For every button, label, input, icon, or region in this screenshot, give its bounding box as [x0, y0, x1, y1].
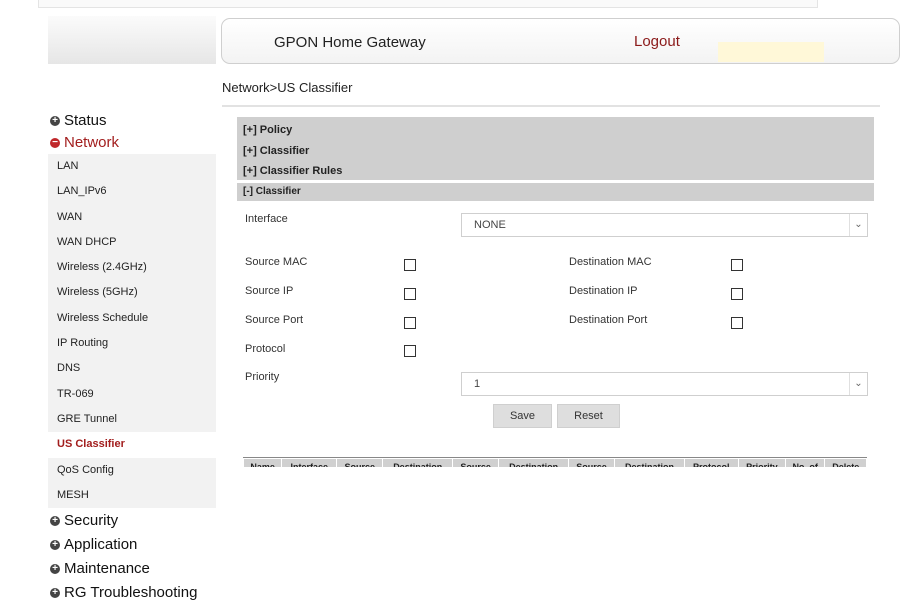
sidebar-item-wan[interactable]: WAN [48, 204, 216, 230]
table-header-priority: Priority [737, 458, 786, 467]
sidebar: + Status − Network LAN LAN_IPv6 WAN WAN … [48, 110, 216, 604]
sidebar-item-mesh[interactable]: MESH [48, 482, 216, 509]
sidebar-item-label: Status [64, 112, 107, 129]
section-classifier-toggle[interactable]: [+] Classifier [243, 141, 874, 162]
table-header-no-of: No. of [784, 458, 826, 467]
network-submenu: LAN LAN_IPv6 WAN WAN DHCP Wireless (2.4G… [48, 154, 216, 509]
top-frame-strip [38, 0, 818, 8]
table-header-destination: Destination [614, 458, 685, 467]
interface-select-value: NONE [474, 219, 506, 231]
breadcrumb: Network>US Classifier [222, 80, 353, 95]
destination-ip-label: Destination IP [569, 285, 638, 297]
table-header-source: Source [568, 458, 616, 467]
save-button[interactable]: Save [493, 404, 552, 428]
priority-label: Priority [245, 371, 280, 383]
plus-icon: + [50, 516, 60, 527]
destination-mac-checkbox[interactable] [731, 259, 743, 271]
sidebar-item-application[interactable]: + Application [48, 534, 216, 556]
source-port-label: Source Port [245, 314, 304, 326]
sidebar-item-qos-config[interactable]: QoS Config [48, 457, 216, 483]
table-header-destination: Destination [498, 458, 570, 467]
sidebar-item-label: Security [64, 512, 119, 530]
table-header-row: Name Interface Source Destination Source… [243, 458, 867, 467]
sidebar-item-label: Application [64, 536, 138, 554]
chevron-down-icon: ⌄ [849, 373, 867, 395]
chevron-down-icon: ⌄ [849, 214, 867, 236]
section-classifier-open-header[interactable]: [-] Classifier [237, 183, 874, 201]
sidebar-item-wireless-5ghz[interactable]: Wireless (5GHz) [48, 280, 216, 306]
sidebar-item-wireless-schedule[interactable]: Wireless Schedule [48, 305, 216, 332]
sidebar-item-maintenance[interactable]: + Maintenance [48, 558, 216, 580]
source-ip-label: Source IP [245, 285, 294, 297]
sidebar-item-label: Network [64, 134, 120, 151]
source-mac-label: Source MAC [245, 256, 308, 268]
table-header-interface: Interface [281, 458, 338, 467]
table-header-name: Name [243, 458, 283, 467]
header-bar: GPON Home Gateway Logout [221, 18, 900, 64]
sidebar-item-label: RG Troubleshooting [64, 584, 198, 602]
reset-button[interactable]: Reset [557, 404, 620, 428]
logout-link[interactable]: Logout [634, 33, 680, 50]
interface-label: Interface [245, 213, 288, 225]
sidebar-item-network[interactable]: − Network [48, 132, 216, 154]
source-mac-checkbox[interactable] [404, 259, 416, 271]
destination-mac-label: Destination MAC [569, 256, 652, 268]
page: GPON Home Gateway Logout Network>US Clas… [0, 0, 902, 616]
interface-select[interactable]: NONE ⌄ [461, 213, 868, 237]
classifier-table: Name Interface Source Destination Source… [243, 457, 867, 467]
sidebar-item-us-classifier[interactable]: US Classifier [48, 432, 216, 458]
priority-select[interactable]: 1 ⌄ [461, 372, 868, 396]
sidebar-item-status[interactable]: + Status [48, 110, 216, 132]
classifier-form: Interface NONE ⌄ Source MAC Destination … [237, 201, 874, 471]
source-ip-checkbox[interactable] [404, 288, 416, 300]
breadcrumb-divider [222, 105, 880, 107]
table-header-destination: Destination [382, 458, 454, 467]
sidebar-item-security[interactable]: + Security [48, 510, 216, 532]
priority-select-value: 1 [474, 378, 481, 390]
section-policy-toggle[interactable]: [+] Policy [243, 120, 874, 141]
table-header-delete: Delete [824, 458, 867, 467]
logo-area [48, 16, 216, 64]
plus-icon: + [50, 564, 60, 575]
minus-icon: − [50, 138, 60, 148]
plus-icon: + [50, 540, 60, 551]
table-header-source: Source [336, 458, 384, 467]
destination-ip-checkbox[interactable] [731, 288, 743, 300]
destination-port-checkbox[interactable] [731, 317, 743, 329]
sidebar-item-gre-tunnel[interactable]: GRE Tunnel [48, 406, 216, 433]
section-classifier-rules-toggle[interactable]: [+] Classifier Rules [243, 161, 874, 182]
protocol-checkbox[interactable] [404, 345, 416, 357]
sidebar-item-lan[interactable]: LAN [48, 154, 216, 180]
table-header-protocol: Protocol [683, 458, 739, 467]
sidebar-item-label: Maintenance [64, 560, 150, 578]
plus-icon: + [50, 588, 60, 599]
source-port-checkbox[interactable] [404, 317, 416, 329]
sidebar-item-ip-routing[interactable]: IP Routing [48, 331, 216, 357]
sidebar-item-tr069[interactable]: TR-069 [48, 381, 216, 407]
sidebar-item-dns[interactable]: DNS [48, 356, 216, 382]
sidebar-item-lan-ipv6[interactable]: LAN_IPv6 [48, 179, 216, 205]
header-title: GPON Home Gateway [274, 34, 426, 51]
collapsed-sections: [+] Policy [+] Classifier [+] Classifier… [237, 117, 874, 180]
protocol-label: Protocol [245, 343, 286, 355]
plus-icon: + [50, 116, 60, 126]
sidebar-item-wan-dhcp[interactable]: WAN DHCP [48, 229, 216, 256]
table-header-source: Source [452, 458, 500, 467]
header-highlight [718, 42, 824, 62]
sidebar-item-wireless-24ghz[interactable]: Wireless (2.4GHz) [48, 255, 216, 281]
sidebar-item-rg-troubleshooting[interactable]: + RG Troubleshooting [48, 582, 216, 604]
main-content: [+] Policy [+] Classifier [+] Classifier… [237, 117, 874, 471]
destination-port-label: Destination Port [569, 314, 648, 326]
